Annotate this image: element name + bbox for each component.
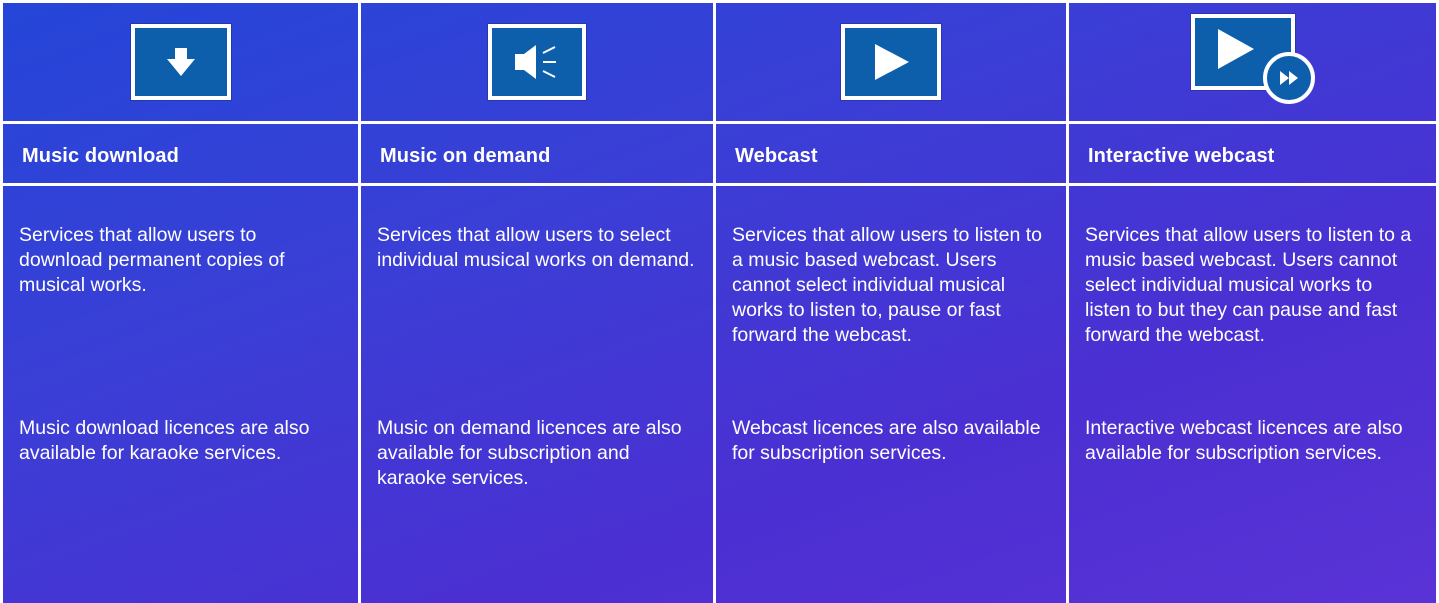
icon-cell-interactive-webcast	[1069, 3, 1436, 124]
column-description: Services that allow users to listen to a…	[1085, 224, 1412, 346]
icon-cell-webcast	[716, 3, 1069, 124]
column-body-music-on-demand: Services that allow users to select indi…	[361, 186, 716, 603]
column-body-webcast: Services that allow users to listen to a…	[716, 186, 1069, 603]
column-note: Music download licences are also availab…	[19, 417, 310, 464]
column-description: Services that allow users to download pe…	[19, 224, 285, 296]
column-title: Interactive webcast	[1088, 145, 1275, 167]
column-note: Interactive webcast licences are also av…	[1085, 417, 1403, 464]
licence-types-table: Music download Music on demand Webcast I…	[0, 0, 1439, 603]
column-title: Music download	[22, 145, 179, 167]
icon-cell-music-download	[3, 3, 361, 124]
play-icon	[841, 24, 941, 100]
column-description: Services that allow users to select indi…	[377, 224, 695, 271]
play-fast-forward-icon	[1189, 14, 1317, 110]
column-title: Music on demand	[380, 145, 551, 167]
column-body-interactive-webcast: Services that allow users to listen to a…	[1069, 186, 1436, 603]
download-arrow-icon	[130, 24, 231, 100]
column-description: Services that allow users to listen to a…	[732, 224, 1042, 346]
speaker-icon	[488, 24, 586, 100]
column-header-music-download: Music download	[3, 124, 361, 186]
column-note: Webcast licences are also available for …	[732, 417, 1041, 464]
column-header-webcast: Webcast	[716, 124, 1069, 186]
column-header-music-on-demand: Music on demand	[361, 124, 716, 186]
column-title: Webcast	[735, 145, 818, 167]
icon-cell-music-on-demand	[361, 3, 716, 124]
column-header-interactive-webcast: Interactive webcast	[1069, 124, 1436, 186]
fast-forward-icon	[1262, 52, 1315, 104]
column-note: Music on demand licences are also availa…	[377, 417, 682, 489]
column-body-music-download: Services that allow users to download pe…	[3, 186, 361, 603]
